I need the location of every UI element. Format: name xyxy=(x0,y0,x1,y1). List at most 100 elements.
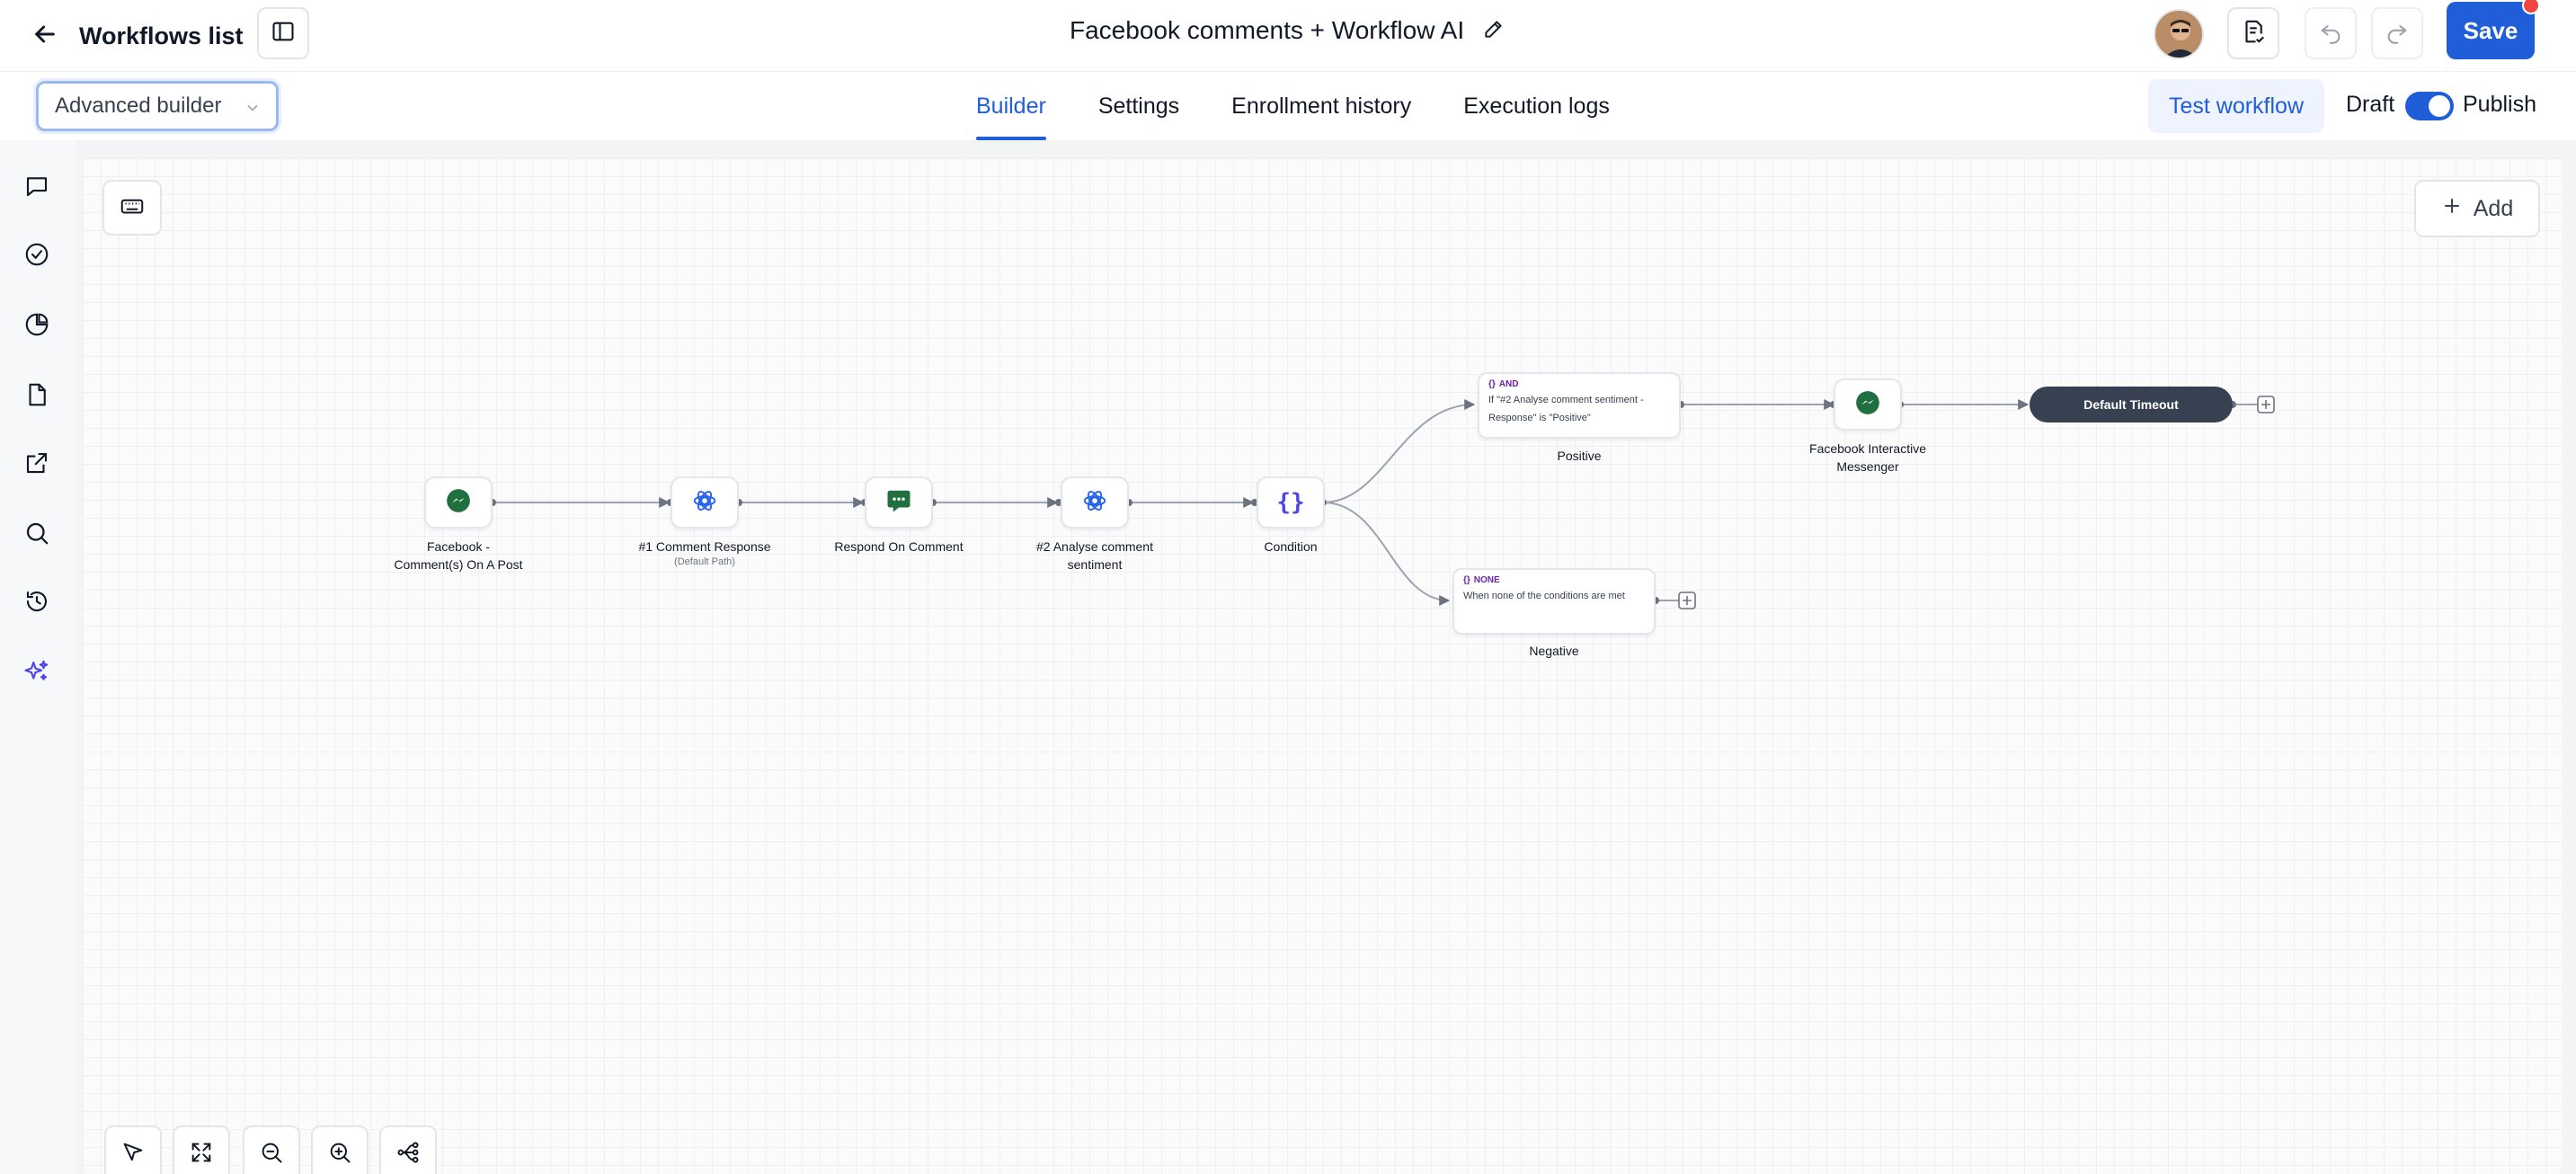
node-label-line1: Condition xyxy=(1264,539,1318,554)
node-label: Condition xyxy=(1264,538,1317,556)
branch-label-positive: Positive xyxy=(1557,449,1602,463)
workflow-tabs: Builder Settings Enrollment history Exec… xyxy=(976,72,1662,140)
node-label-line2: Comment(s) On A Post xyxy=(394,557,523,572)
external-link-icon[interactable] xyxy=(18,444,56,482)
braces-icon: {} xyxy=(1276,489,1305,516)
node-label: #1 Comment Response (Default Path) xyxy=(638,538,770,568)
toggle-knob xyxy=(2429,95,2450,117)
add-button[interactable]: Add xyxy=(2414,180,2540,237)
cursor-arrow-icon xyxy=(120,1140,146,1170)
node-label-line1: #2 Analyse comment xyxy=(1036,539,1153,554)
branch-tag: {} NONE xyxy=(1463,575,1645,585)
plus-icon xyxy=(2441,195,2463,223)
node-sublabel: (Default Path) xyxy=(674,556,735,567)
sidebar-panel-icon xyxy=(271,19,296,49)
tab-settings[interactable]: Settings xyxy=(1098,72,1179,140)
workflow-title: Facebook comments + Workflow AI xyxy=(1070,16,1465,44)
expand-icon xyxy=(189,1140,214,1170)
pie-chart-icon[interactable] xyxy=(18,306,56,343)
top-bar: Workflows list Facebook comments + Workf… xyxy=(0,0,2576,72)
user-avatar[interactable] xyxy=(2154,9,2204,59)
node-label: Facebook Interactive Messenger xyxy=(1809,440,1926,476)
sub-bar: Advanced builder Builder Settings Enroll… xyxy=(0,72,2576,140)
builder-mode-select[interactable]: Advanced builder xyxy=(36,81,279,131)
node-label-line1: Respond On Comment xyxy=(834,539,964,554)
branch-tag-label: NONE xyxy=(1473,575,1500,585)
branch-condition-text: If "#2 Analyse comment sentiment - Respo… xyxy=(1488,391,1670,427)
search-icon[interactable] xyxy=(18,514,56,552)
undo-icon xyxy=(2318,19,2343,49)
action-node-analyse-sentiment[interactable] xyxy=(1061,476,1129,529)
keyboard-shortcuts-button[interactable] xyxy=(102,180,162,236)
branch-tag-label: AND xyxy=(1498,379,1519,389)
node-label-line1: Facebook Interactive xyxy=(1809,441,1926,456)
history-icon[interactable] xyxy=(18,583,56,620)
default-timeout-node[interactable]: Default Timeout xyxy=(2030,387,2233,422)
node-label: Facebook - Comment(s) On A Post xyxy=(394,538,522,574)
redo-button[interactable] xyxy=(2371,7,2423,59)
messenger-icon xyxy=(1855,390,1880,420)
publish-toggle[interactable] xyxy=(2405,92,2454,120)
action-node-facebook-messenger[interactable] xyxy=(1834,378,1902,431)
condition-node[interactable]: {} xyxy=(1257,476,1325,529)
check-circle-icon[interactable] xyxy=(18,236,56,273)
document-check-icon xyxy=(2240,18,2267,49)
branch-label-negative: Negative xyxy=(1529,644,1579,658)
unsaved-indicator xyxy=(2522,0,2540,14)
node-label-line1: Facebook - xyxy=(426,539,491,554)
tab-execution-logs[interactable]: Execution logs xyxy=(1463,72,1610,140)
undo-button[interactable] xyxy=(2305,7,2357,59)
zoom-in-button[interactable] xyxy=(311,1125,369,1174)
node-label-line1: #1 Comment Response xyxy=(638,539,771,554)
tab-builder[interactable]: Builder xyxy=(976,72,1046,140)
version-notes-button[interactable] xyxy=(2227,7,2279,59)
files-icon[interactable] xyxy=(18,376,56,414)
zoom-in-icon xyxy=(327,1140,352,1170)
messenger-icon xyxy=(446,488,471,518)
fit-view-button[interactable] xyxy=(173,1125,230,1174)
arrow-left-icon xyxy=(31,20,59,53)
chat-icon[interactable] xyxy=(18,167,56,205)
branch-condition-line1: If "#2 Analyse comment sentiment - xyxy=(1488,395,1644,405)
select-tool-button[interactable] xyxy=(104,1125,162,1174)
auto-layout-button[interactable] xyxy=(379,1125,437,1174)
node-label-line2: Messenger xyxy=(1836,459,1899,474)
action-node-respond-on-comment[interactable] xyxy=(865,476,933,529)
tab-enrollment-history[interactable]: Enrollment history xyxy=(1231,72,1411,140)
ai-sparkle-icon[interactable] xyxy=(18,653,56,690)
branch-tag: {} AND xyxy=(1488,379,1670,389)
openai-icon xyxy=(691,487,718,519)
braces-icon: {} xyxy=(1488,379,1496,389)
braces-icon: {} xyxy=(1463,575,1470,585)
branch-positive[interactable]: {} AND If "#2 Analyse comment sentiment … xyxy=(1478,372,1681,439)
action-node-comment-response[interactable] xyxy=(671,476,739,529)
test-workflow-button[interactable]: Test workflow xyxy=(2148,79,2324,133)
back-label: Workflows list xyxy=(79,22,244,49)
workflow-canvas[interactable] xyxy=(83,158,2562,1174)
back-to-workflows-button[interactable]: Workflows list xyxy=(31,13,244,59)
chevron-down-icon xyxy=(244,98,262,123)
node-label-line2: sentiment xyxy=(1067,557,1123,572)
branch-condition-line2: Response" is "Positive" xyxy=(1488,413,1591,423)
keyboard-icon xyxy=(119,192,146,224)
comment-reply-icon xyxy=(885,487,912,519)
zoom-out-button[interactable] xyxy=(243,1125,300,1174)
save-label: Save xyxy=(2463,16,2518,44)
publish-label: Publish xyxy=(2463,92,2536,117)
sidebar-toggle-button[interactable] xyxy=(257,7,309,59)
left-rail xyxy=(0,140,76,1174)
trigger-node-facebook-comment[interactable] xyxy=(424,476,493,529)
draft-label: Draft xyxy=(2346,92,2395,117)
branch-condition-line1: When none of the conditions are met xyxy=(1463,591,1625,601)
zoom-out-icon xyxy=(259,1140,284,1170)
workflow-title-group: Facebook comments + Workflow AI xyxy=(1070,13,1506,49)
redo-icon xyxy=(2385,19,2410,49)
node-label: #2 Analyse comment sentiment xyxy=(1036,538,1153,574)
add-label: Add xyxy=(2473,195,2514,221)
save-button[interactable]: Save xyxy=(2447,0,2540,59)
branch-condition-text: When none of the conditions are met xyxy=(1463,587,1645,605)
workflow-tree-icon xyxy=(395,1140,421,1170)
builder-mode-value: Advanced builder xyxy=(55,93,222,118)
edit-title-pencil-icon[interactable] xyxy=(1482,17,1506,45)
branch-negative[interactable]: {} NONE When none of the conditions are … xyxy=(1452,568,1656,635)
